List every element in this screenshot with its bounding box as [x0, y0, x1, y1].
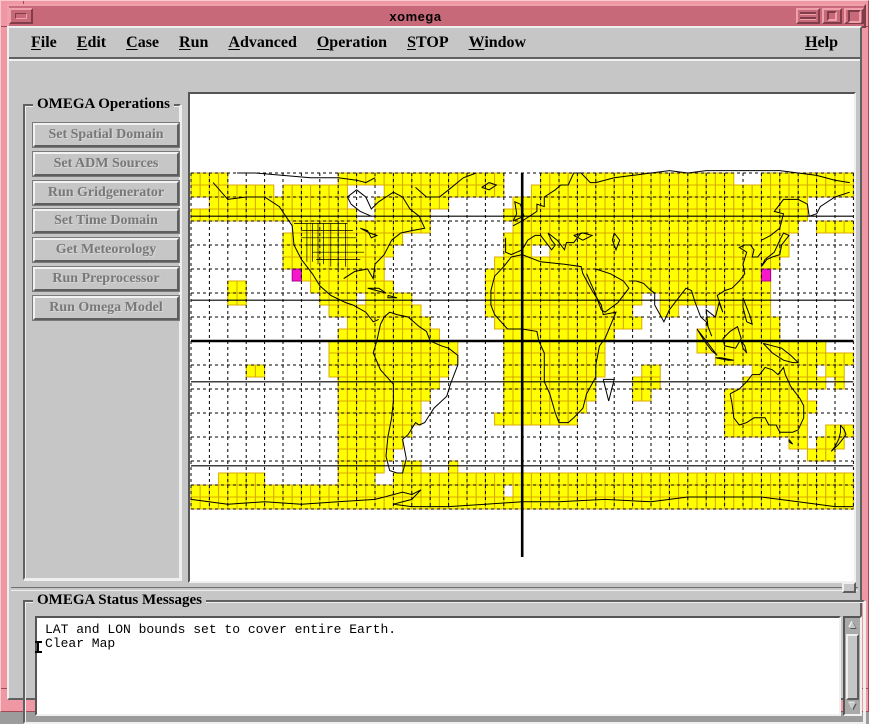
resize-lines-icon [800, 17, 816, 20]
button-run-preprocessor[interactable]: Run Preprocessor [33, 267, 179, 291]
menu-item-operation[interactable]: Operation [307, 32, 397, 54]
window-title: xomega [35, 9, 796, 24]
omega-operations-title: OMEGA Operations [33, 97, 174, 112]
button-set-adm-sources[interactable]: Set ADM Sources [33, 152, 179, 176]
menu-item-edit[interactable]: Edit [67, 32, 116, 54]
status-messages-title: OMEGA Status Messages [33, 593, 206, 608]
button-run-gridgenerator[interactable]: Run Gridgenerator [33, 181, 179, 205]
resize-lines-icon [800, 12, 816, 15]
application-area: FileEditCaseRunAdvancedOperationSTOPWind… [7, 26, 862, 700]
button-set-time-domain[interactable]: Set Time Domain [33, 209, 179, 233]
maximize-icon [848, 10, 861, 23]
scroll-down-icon[interactable]: ▼ [846, 700, 859, 713]
status-messages-frame: OMEGA Status Messages LAT and LON bounds… [23, 600, 865, 724]
menu-item-file[interactable]: File [21, 32, 67, 54]
menu-item-help[interactable]: Help [795, 32, 848, 54]
pane-separator [11, 587, 858, 591]
menubar: FileEditCaseRunAdvancedOperationSTOPWind… [9, 28, 860, 59]
scrollbar-thumb[interactable] [846, 634, 859, 700]
text-cursor [35, 641, 42, 653]
menu-item-run[interactable]: Run [169, 32, 218, 54]
menu-item-window[interactable]: Window [459, 32, 537, 54]
map-viewport[interactable] [188, 92, 856, 583]
button-get-meteorology[interactable]: Get Meteorology [33, 238, 179, 262]
world-map-svg [190, 94, 854, 581]
resize-lines-button[interactable] [796, 8, 820, 24]
menu-item-advanced[interactable]: Advanced [218, 32, 306, 54]
scroll-up-icon[interactable]: ▲ [846, 619, 859, 632]
window-menu-button[interactable] [9, 8, 33, 24]
menu-item-case[interactable]: Case [116, 32, 169, 54]
omega-operations-frame: OMEGA Operations Set Spatial DomainSet A… [23, 104, 181, 580]
button-set-spatial-domain[interactable]: Set Spatial Domain [33, 123, 179, 147]
titlebar[interactable]: xomega [7, 4, 866, 28]
minimize-icon [827, 11, 837, 21]
window-menu-dash-icon [15, 13, 27, 19]
button-run-omega-model[interactable]: Run Omega Model [33, 296, 179, 320]
maximize-button[interactable] [844, 8, 864, 24]
pane-sash-handle[interactable] [842, 582, 856, 593]
minimize-button[interactable] [822, 8, 842, 24]
menu-item-stop[interactable]: STOP [397, 32, 459, 54]
status-text-area[interactable]: LAT and LON bounds set to cover entire E… [35, 616, 841, 716]
status-scrollbar[interactable]: ▲ ▼ [843, 616, 862, 716]
